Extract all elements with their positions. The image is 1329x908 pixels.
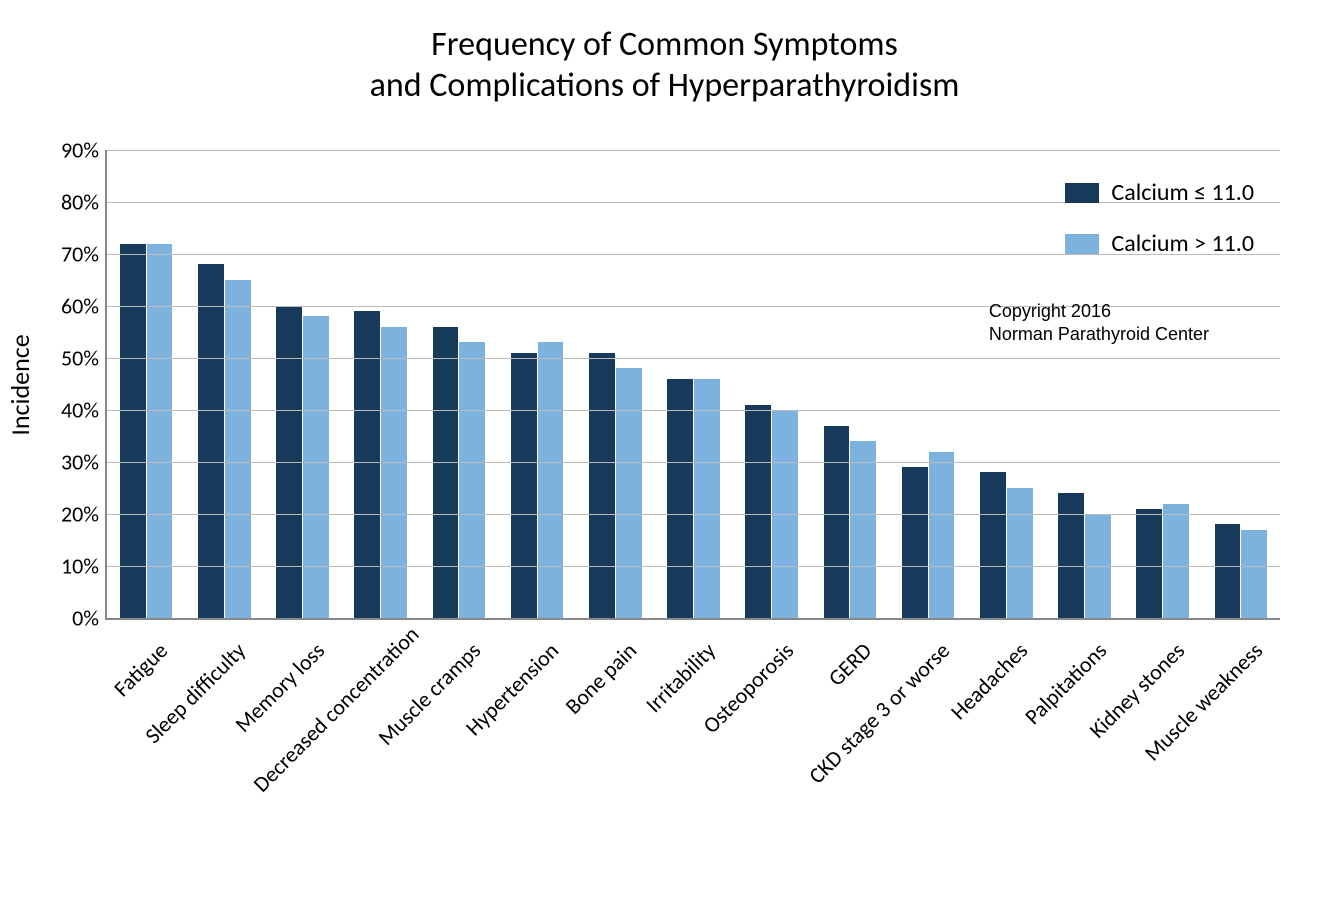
bar bbox=[538, 342, 564, 618]
x-tick-label: Memory loss bbox=[169, 637, 330, 798]
bar bbox=[433, 327, 459, 618]
y-tick-label: 30% bbox=[61, 449, 107, 476]
legend-label: Calcium > 11.0 bbox=[1111, 229, 1254, 258]
x-tick-label: Headaches bbox=[873, 637, 1034, 798]
copyright-text: Copyright 2016 Norman Parathyroid Center bbox=[989, 300, 1209, 347]
y-tick-label: 80% bbox=[61, 189, 107, 216]
bar bbox=[667, 379, 693, 618]
x-tick-label: Fatigue bbox=[13, 637, 174, 798]
legend-item-series-b: Calcium > 11.0 bbox=[1065, 229, 1254, 258]
bar bbox=[929, 452, 955, 618]
legend-label: Calcium ≤ 11.0 bbox=[1111, 178, 1254, 207]
legend-item-series-a: Calcium ≤ 11.0 bbox=[1065, 178, 1254, 207]
y-tick-label: 0% bbox=[72, 605, 107, 632]
gridline bbox=[107, 462, 1280, 463]
bar bbox=[745, 405, 771, 618]
y-tick-label: 10% bbox=[61, 553, 107, 580]
bar bbox=[120, 244, 146, 618]
bar bbox=[1058, 493, 1084, 618]
chart-container: Frequency of Common Symptoms and Complic… bbox=[0, 0, 1329, 908]
bar bbox=[902, 467, 928, 618]
x-axis-labels: FatigueSleep difficultyMemory lossDecrea… bbox=[105, 625, 1280, 885]
bar bbox=[1136, 509, 1162, 618]
bar bbox=[381, 327, 407, 618]
x-tick-label: GERD bbox=[716, 637, 877, 798]
bar bbox=[511, 353, 537, 618]
y-tick-label: 40% bbox=[61, 397, 107, 424]
bar bbox=[1007, 488, 1033, 618]
bar bbox=[198, 264, 224, 618]
gridline bbox=[107, 514, 1280, 515]
bar bbox=[589, 353, 615, 618]
legend-swatch-icon bbox=[1065, 183, 1099, 203]
x-tick-label: Kidney stones bbox=[1029, 637, 1190, 798]
y-tick-label: 70% bbox=[61, 241, 107, 268]
gridline bbox=[107, 358, 1280, 359]
x-tick-label: Bone pain bbox=[482, 637, 643, 798]
x-tick-label: Decreased concentration bbox=[247, 637, 408, 798]
bar bbox=[824, 426, 850, 618]
bar bbox=[1163, 504, 1189, 618]
y-axis-label: Incidence bbox=[4, 334, 36, 435]
y-tick-label: 20% bbox=[61, 501, 107, 528]
bar bbox=[225, 280, 251, 618]
x-tick-label: Muscle cramps bbox=[325, 637, 486, 798]
chart-title: Frequency of Common Symptoms and Complic… bbox=[0, 25, 1329, 107]
legend: Calcium ≤ 11.0 Calcium > 11.0 bbox=[1065, 178, 1254, 280]
bar bbox=[850, 441, 876, 618]
bar bbox=[303, 316, 329, 618]
y-tick-label: 60% bbox=[61, 293, 107, 320]
bar bbox=[616, 368, 642, 618]
x-tick-label: Sleep difficulty bbox=[91, 637, 252, 798]
bar bbox=[459, 342, 485, 618]
bar bbox=[694, 379, 720, 618]
x-tick-label: Palpitations bbox=[951, 637, 1112, 798]
y-tick-label: 50% bbox=[61, 345, 107, 372]
gridline bbox=[107, 410, 1280, 411]
y-tick-label: 90% bbox=[61, 137, 107, 164]
x-tick-label: CKD stage 3 or worse bbox=[795, 637, 956, 798]
legend-swatch-icon bbox=[1065, 234, 1099, 254]
x-tick-label: Muscle weakness bbox=[1107, 637, 1268, 798]
x-tick-label: Osteoporosis bbox=[638, 637, 799, 798]
x-tick-label: Irritability bbox=[560, 637, 721, 798]
bar bbox=[1241, 530, 1267, 618]
bar bbox=[147, 244, 173, 618]
gridline bbox=[107, 566, 1280, 567]
x-tick-label: Hypertension bbox=[404, 637, 565, 798]
bar bbox=[980, 472, 1006, 618]
bar bbox=[1215, 524, 1241, 618]
gridline bbox=[107, 150, 1280, 151]
